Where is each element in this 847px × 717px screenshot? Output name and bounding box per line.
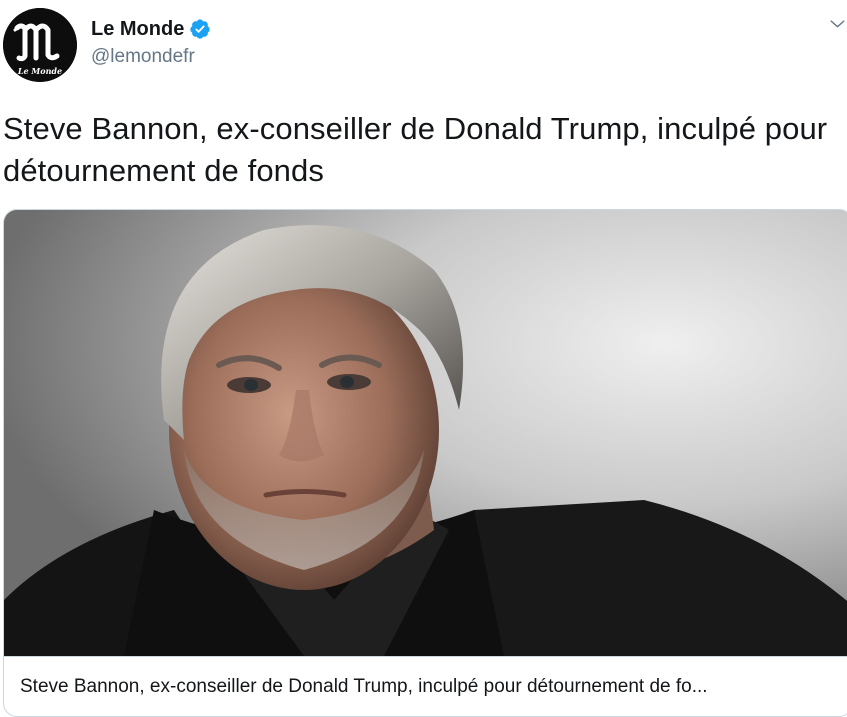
author-block: Le Monde @lemondefr: [91, 16, 211, 68]
avatar[interactable]: Le Monde: [3, 8, 77, 82]
handle[interactable]: @lemondefr: [91, 46, 211, 68]
le-monde-logo-icon: Le Monde: [3, 8, 77, 82]
card-title[interactable]: Steve Bannon, ex-conseiller de Donald Tr…: [20, 676, 840, 698]
tweet: Le Monde Le Monde @lemondefr Steve Banno…: [0, 0, 847, 717]
portrait-photo: [4, 210, 847, 656]
tweet-text: Steve Bannon, ex-conseiller de Donald Tr…: [3, 111, 828, 188]
card-image[interactable]: [4, 210, 847, 656]
card-divider: [4, 656, 847, 657]
chevron-down-icon[interactable]: [828, 14, 847, 33]
name-row: Le Monde: [91, 16, 211, 42]
display-name[interactable]: Le Monde: [91, 18, 184, 41]
verified-badge-icon: [189, 18, 211, 40]
link-card[interactable]: Steve Bannon, ex-conseiller de Donald Tr…: [3, 209, 847, 717]
svg-text:Le Monde: Le Monde: [17, 66, 62, 76]
